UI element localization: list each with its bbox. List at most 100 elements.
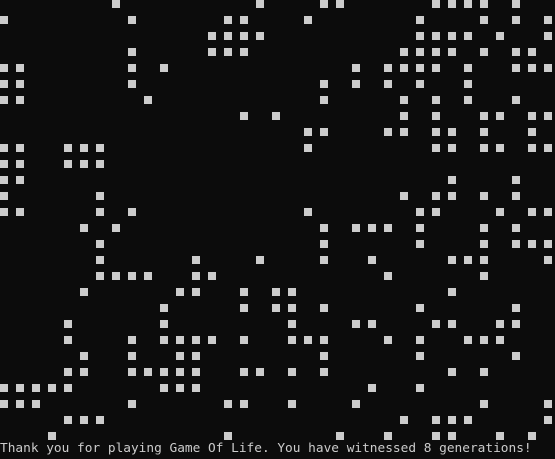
live-cell bbox=[400, 48, 408, 56]
live-cell bbox=[96, 160, 104, 168]
live-cell bbox=[432, 0, 440, 8]
live-cell bbox=[544, 16, 552, 24]
live-cell bbox=[512, 176, 520, 184]
live-cell bbox=[480, 48, 488, 56]
live-cell bbox=[544, 144, 552, 152]
live-cell bbox=[80, 352, 88, 360]
live-cell bbox=[384, 64, 392, 72]
live-cell bbox=[448, 192, 456, 200]
live-cell bbox=[464, 336, 472, 344]
live-cell bbox=[272, 288, 280, 296]
live-cell bbox=[512, 192, 520, 200]
live-cell bbox=[64, 368, 72, 376]
live-cell bbox=[480, 336, 488, 344]
live-cell bbox=[464, 256, 472, 264]
live-cell bbox=[416, 48, 424, 56]
live-cell bbox=[208, 272, 216, 280]
live-cell bbox=[192, 288, 200, 296]
live-cell bbox=[16, 80, 24, 88]
console-window: Thank you for playing Game Of Life. You … bbox=[0, 0, 555, 459]
live-cell bbox=[0, 176, 8, 184]
live-cell bbox=[448, 320, 456, 328]
live-cell bbox=[432, 208, 440, 216]
live-cell bbox=[224, 32, 232, 40]
live-cell bbox=[192, 352, 200, 360]
live-cell bbox=[496, 432, 504, 440]
live-cell bbox=[480, 224, 488, 232]
live-cell bbox=[112, 272, 120, 280]
live-cell bbox=[160, 384, 168, 392]
live-cell bbox=[16, 176, 24, 184]
live-cell bbox=[16, 96, 24, 104]
live-cell bbox=[64, 336, 72, 344]
live-cell bbox=[496, 32, 504, 40]
live-cell bbox=[432, 128, 440, 136]
live-cell bbox=[144, 96, 152, 104]
live-cell bbox=[288, 400, 296, 408]
live-cell bbox=[384, 80, 392, 88]
live-cell bbox=[224, 48, 232, 56]
status-line: Thank you for playing Game Of Life. You … bbox=[0, 441, 532, 456]
live-cell bbox=[432, 144, 440, 152]
live-cell bbox=[480, 400, 488, 408]
live-cell bbox=[400, 64, 408, 72]
live-cell bbox=[400, 128, 408, 136]
live-cell bbox=[192, 256, 200, 264]
live-cell bbox=[384, 336, 392, 344]
live-cell bbox=[432, 96, 440, 104]
live-cell bbox=[112, 0, 120, 8]
live-cell bbox=[144, 272, 152, 280]
live-cell bbox=[384, 224, 392, 232]
live-cell bbox=[0, 64, 8, 72]
live-cell bbox=[528, 64, 536, 72]
live-cell bbox=[240, 112, 248, 120]
live-cell bbox=[352, 80, 360, 88]
live-cell bbox=[320, 224, 328, 232]
live-cell bbox=[512, 240, 520, 248]
live-cell bbox=[160, 320, 168, 328]
live-cell bbox=[480, 144, 488, 152]
live-cell bbox=[16, 400, 24, 408]
live-cell bbox=[80, 224, 88, 232]
live-cell bbox=[0, 96, 8, 104]
live-cell bbox=[448, 32, 456, 40]
live-cell bbox=[240, 288, 248, 296]
live-cell bbox=[96, 208, 104, 216]
live-cell bbox=[160, 64, 168, 72]
live-cell bbox=[400, 96, 408, 104]
live-cell bbox=[128, 64, 136, 72]
live-cell bbox=[512, 16, 520, 24]
live-cell bbox=[416, 384, 424, 392]
live-cell bbox=[288, 368, 296, 376]
live-cell bbox=[512, 96, 520, 104]
live-cell bbox=[208, 48, 216, 56]
live-cell bbox=[16, 144, 24, 152]
live-cell bbox=[544, 416, 552, 424]
live-cell bbox=[0, 144, 8, 152]
live-cell bbox=[480, 240, 488, 248]
live-cell bbox=[368, 320, 376, 328]
live-cell bbox=[256, 368, 264, 376]
live-cell bbox=[224, 16, 232, 24]
live-cell bbox=[320, 304, 328, 312]
live-cell bbox=[320, 80, 328, 88]
live-cell bbox=[304, 16, 312, 24]
live-cell bbox=[496, 144, 504, 152]
live-cell bbox=[128, 48, 136, 56]
live-cell bbox=[320, 0, 328, 8]
live-cell bbox=[320, 336, 328, 344]
live-cell bbox=[432, 64, 440, 72]
live-cell bbox=[368, 256, 376, 264]
live-cell bbox=[432, 432, 440, 440]
live-cell bbox=[480, 192, 488, 200]
live-cell bbox=[224, 432, 232, 440]
live-cell bbox=[80, 416, 88, 424]
live-cell bbox=[496, 320, 504, 328]
live-cell bbox=[64, 144, 72, 152]
live-cell bbox=[16, 208, 24, 216]
live-cell bbox=[128, 16, 136, 24]
live-cell bbox=[128, 368, 136, 376]
live-cell bbox=[416, 208, 424, 216]
live-cell bbox=[0, 400, 8, 408]
live-cell bbox=[416, 352, 424, 360]
